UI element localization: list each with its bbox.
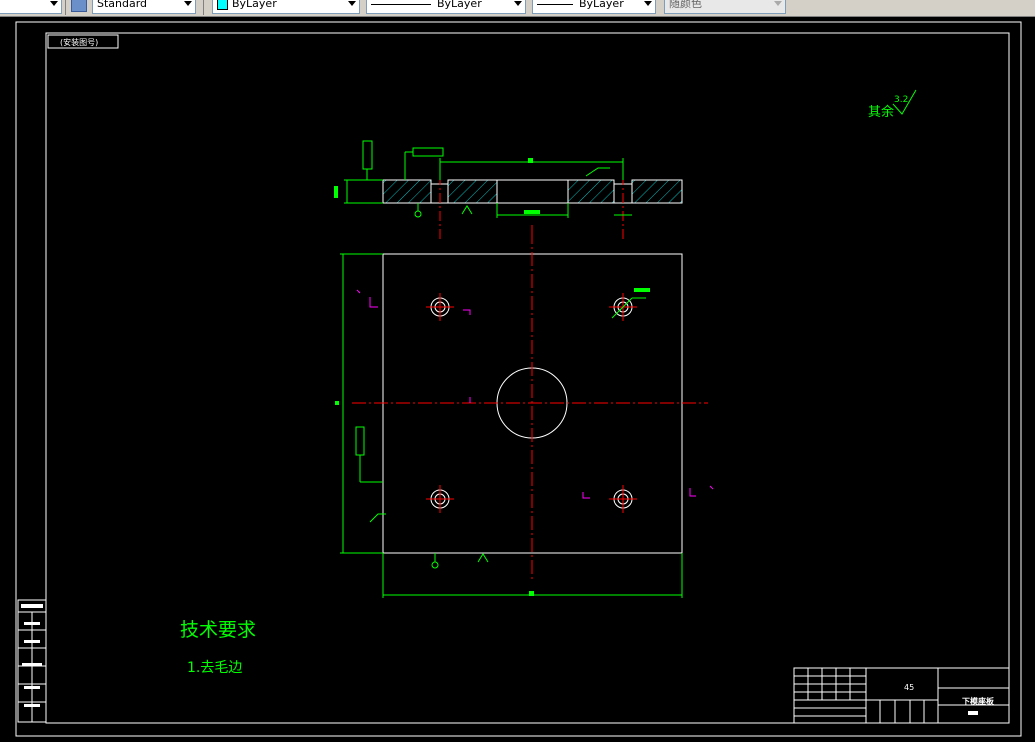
side-strip — [17, 599, 47, 723]
dim-mark — [334, 186, 338, 198]
chevron-down-icon — [514, 1, 522, 6]
dim-mark — [529, 591, 534, 596]
chevron-down-icon — [348, 1, 356, 6]
lineweight-dropdown[interactable]: ByLayer — [532, 0, 656, 14]
lineweight-value: ByLayer — [579, 0, 624, 10]
chevron-down-icon — [184, 1, 192, 6]
plot-style-value: 随颜色 — [669, 0, 702, 10]
dim-mark — [528, 158, 533, 163]
dim-mark — [335, 401, 339, 405]
color-swatch — [217, 0, 228, 10]
surface-finish-note: 其余 — [868, 104, 894, 120]
dim-mark — [634, 288, 650, 292]
plan-view — [352, 230, 708, 582]
toolbar-separator — [65, 0, 66, 15]
toolbar-separator — [203, 0, 204, 15]
text-style-value: Standard — [97, 0, 148, 10]
text-style-dropdown[interactable]: Standard — [92, 0, 196, 14]
linetype-glyph — [371, 3, 431, 5]
color-dropdown[interactable]: ByLayer — [212, 0, 360, 14]
outer-border — [15, 21, 1022, 737]
plot-style-dropdown[interactable]: 随颜色 — [664, 0, 786, 14]
linetype-dropdown[interactable]: ByLayer — [366, 0, 526, 14]
chevron-down-icon — [50, 1, 58, 6]
text-style-icon[interactable] — [71, 0, 87, 12]
chevron-down-icon — [644, 1, 652, 6]
tech-req-item: 1.去毛边 — [187, 660, 242, 676]
plan-dimensions — [340, 253, 683, 598]
title-block-name: 下模座板 — [962, 696, 995, 706]
layer-dropdown[interactable] — [0, 0, 62, 14]
color-value: ByLayer — [232, 0, 277, 10]
tech-req-title: 技术要求 — [180, 619, 256, 641]
title-block-drawing-no — [968, 711, 978, 715]
dim-mark — [524, 210, 540, 214]
linetype-value: ByLayer — [437, 0, 482, 10]
surface-finish-value: 3.2 — [894, 95, 908, 105]
section-markers — [356, 289, 714, 499]
frame-tag: (安装图号) — [60, 37, 98, 47]
chevron-down-icon — [774, 1, 782, 6]
drawing-canvas[interactable]: (安装图号) 45 下模座板 其余 3.2 技术要求 1.去毛边 — [0, 16, 1035, 742]
title-block-material: 45 — [904, 683, 914, 692]
properties-toolbar: Standard ByLayer ByLayer ByLayer 随颜色 — [0, 0, 1035, 17]
lineweight-glyph — [537, 3, 573, 5]
